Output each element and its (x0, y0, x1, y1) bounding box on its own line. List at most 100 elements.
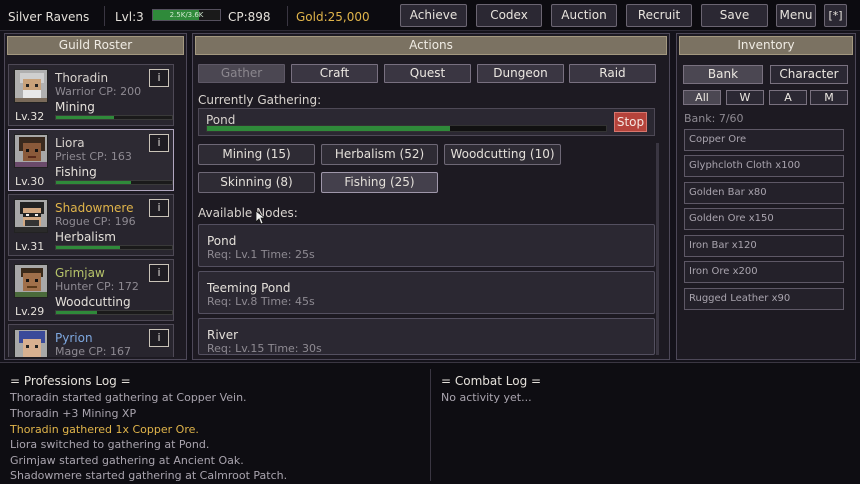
mage-portrait-icon (15, 330, 47, 357)
filter-weapons[interactable]: W (726, 90, 764, 105)
character-tab[interactable]: Character (770, 65, 848, 84)
skill-herbalism[interactable]: Herbalism (52) (321, 144, 438, 165)
inventory-item[interactable]: Copper Ore (684, 129, 844, 151)
bank-capacity: Bank: 7/60 (684, 112, 744, 125)
actions-title: Actions (195, 36, 667, 55)
info-button[interactable]: i (149, 134, 169, 152)
log-line: Liora switched to gathering at Pond. (10, 438, 210, 451)
node-teeming-pond[interactable]: Teeming Pond Req: Lv.8 Time: 45s (198, 271, 655, 314)
member-level: Lv.29 (15, 305, 45, 318)
log-line: Thoradin +3 Mining XP (10, 407, 137, 420)
combat-log-empty: No activity yet... (441, 391, 532, 404)
inventory-item[interactable]: Glyphcloth Cloth x100 (684, 155, 844, 177)
mouse-cursor-icon (256, 211, 266, 225)
info-button[interactable]: i (149, 69, 169, 87)
save-button[interactable]: Save (701, 4, 768, 27)
top-bar: Silver Ravens Lvl:3 2.5K/3.6K CP:898 Gol… (0, 0, 860, 31)
progress-fill (56, 181, 132, 184)
avatar (14, 329, 48, 357)
node-river[interactable]: River Req: Lv.15 Time: 30s (198, 318, 655, 355)
avatar (14, 134, 48, 168)
currently-gathering-label: Currently Gathering: (198, 93, 322, 107)
settings-button[interactable]: [*] (824, 4, 847, 27)
tab-craft[interactable]: Craft (291, 64, 378, 83)
skill-mining[interactable]: Mining (15) (198, 144, 315, 165)
filter-armor[interactable]: A (769, 90, 807, 105)
filter-all[interactable]: All (683, 90, 721, 105)
roster-title: Guild Roster (7, 36, 184, 55)
divider (104, 6, 105, 26)
actions-scrollbar[interactable] (656, 143, 659, 355)
node-name: Teeming Pond (207, 281, 291, 295)
hunter-portrait-icon (15, 265, 47, 297)
member-level: Lv.31 (15, 240, 45, 253)
member-level: Lv.30 (15, 175, 45, 188)
divider (287, 6, 288, 26)
log-line-highlight: Thoradin gathered 1x Copper Ore. (10, 423, 199, 436)
tab-dungeon[interactable]: Dungeon (477, 64, 564, 83)
tab-raid[interactable]: Raid (569, 64, 656, 83)
auction-button[interactable]: Auction (551, 4, 617, 27)
node-name: River (207, 328, 239, 342)
roster-card-grimjaw[interactable]: Grimjaw Hunter CP: 172 Woodcutting Lv.29… (8, 259, 174, 321)
logs-area: = Professions Log = Thoradin started gat… (0, 362, 860, 484)
log-line: Shadowmere started gathering at Calmroot… (10, 469, 288, 482)
tab-gather[interactable]: Gather (198, 64, 285, 83)
inventory-title: Inventory (679, 36, 853, 55)
bank-tab[interactable]: Bank (683, 65, 763, 84)
inventory-item[interactable]: Golden Ore x150 (684, 208, 844, 230)
inventory-item[interactable]: Rugged Leather x90 (684, 288, 844, 310)
guild-cp: CP:898 (228, 10, 271, 24)
filter-materials[interactable]: M (810, 90, 848, 105)
member-name: Pyrion (55, 331, 93, 345)
node-name: Pond (207, 234, 237, 248)
priest-portrait-icon (15, 135, 47, 167)
xp-bar: 2.5K/3.6K (152, 9, 221, 21)
achieve-button[interactable]: Achieve (400, 4, 467, 27)
roster-card-shadowmere[interactable]: Shadowmere Rogue CP: 196 Herbalism Lv.31… (8, 194, 174, 256)
skill-fishing[interactable]: Fishing (25) (321, 172, 438, 193)
member-profession: Woodcutting (55, 295, 131, 309)
recruit-button[interactable]: Recruit (626, 4, 692, 27)
member-class-cp: Rogue CP: 196 (55, 215, 136, 228)
inventory-item[interactable]: Golden Bar x80 (684, 182, 844, 204)
progress-fill (56, 311, 97, 314)
guild-name: Silver Ravens (8, 10, 90, 24)
member-name: Liora (55, 136, 85, 150)
skill-skinning[interactable]: Skinning (8) (198, 172, 315, 193)
gathering-progress (206, 125, 607, 132)
member-profession: Fishing (55, 165, 97, 179)
roster-card-pyrion[interactable]: Pyrion Mage CP: 167 i (8, 324, 174, 357)
profession-progress (55, 180, 173, 185)
guild-level: Lvl:3 (115, 10, 144, 24)
available-nodes-label: Available Nodes: (198, 206, 298, 220)
avatar (14, 199, 48, 233)
log-line: Thoradin started gathering at Copper Vei… (10, 391, 247, 404)
stop-button[interactable]: Stop (614, 112, 647, 132)
inventory-item[interactable]: Iron Bar x120 (684, 235, 844, 257)
member-class-cp: Warrior CP: 200 (55, 85, 142, 98)
rogue-portrait-icon (15, 200, 47, 232)
progress-fill (56, 116, 114, 119)
info-button[interactable]: i (149, 329, 169, 347)
current-gathering: Pond Stop (198, 108, 655, 136)
warrior-portrait-icon (15, 70, 47, 102)
menu-button[interactable]: Menu (776, 4, 816, 27)
info-button[interactable]: i (149, 264, 169, 282)
roster-card-liora[interactable]: Liora Priest CP: 163 Fishing Lv.30 i (8, 129, 174, 191)
node-requirements: Req: Lv.1 Time: 25s (207, 248, 315, 261)
member-profession: Mining (55, 100, 95, 114)
codex-button[interactable]: Codex (476, 4, 542, 27)
profession-progress (55, 310, 173, 315)
node-pond[interactable]: Pond Req: Lv.1 Time: 25s (198, 224, 655, 267)
tab-quest[interactable]: Quest (384, 64, 471, 83)
profession-progress (55, 115, 173, 120)
skill-woodcutting[interactable]: Woodcutting (10) (444, 144, 561, 165)
info-button[interactable]: i (149, 199, 169, 217)
member-class-cp: Mage CP: 167 (55, 345, 131, 357)
gold-amount: Gold:25,000 (296, 10, 370, 24)
roster-card-thoradin[interactable]: Thoradin Warrior CP: 200 Mining Lv.32 i (8, 64, 174, 126)
node-requirements: Req: Lv.15 Time: 30s (207, 342, 322, 355)
log-line: Grimjaw started gathering at Ancient Oak… (10, 454, 244, 467)
inventory-item[interactable]: Iron Ore x200 (684, 261, 844, 283)
